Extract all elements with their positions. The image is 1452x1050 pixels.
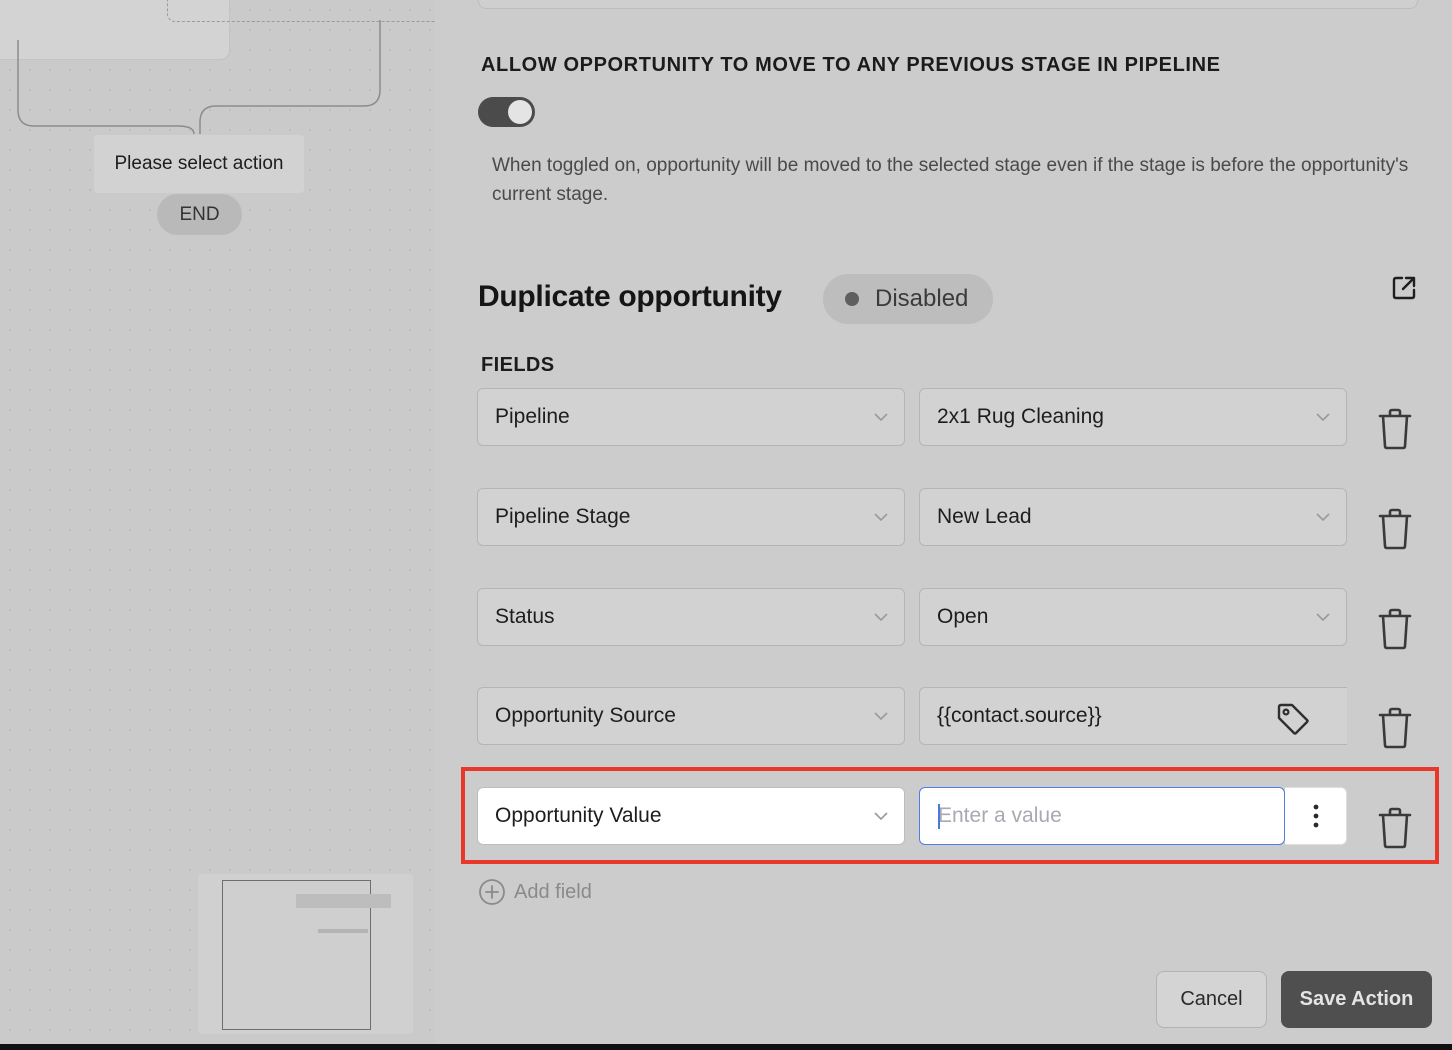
plus-circle-icon bbox=[479, 879, 505, 905]
select-action-node[interactable]: Please select action bbox=[94, 135, 304, 193]
value-select[interactable]: 2x1 Rug Cleaning bbox=[919, 388, 1347, 446]
toggle-knob bbox=[508, 100, 532, 124]
toggle-description: When toggled on, opportunity will be mov… bbox=[492, 155, 1409, 205]
end-label: END bbox=[179, 203, 220, 225]
field-select-value: Pipeline bbox=[495, 405, 570, 428]
minimap-node bbox=[318, 929, 368, 933]
chevron-down-icon bbox=[1316, 613, 1330, 622]
field-row-active: Opportunity Value bbox=[477, 787, 1412, 849]
field-select[interactable]: Pipeline Stage bbox=[477, 488, 905, 546]
end-node: END bbox=[157, 194, 242, 235]
status-dot-icon bbox=[845, 292, 859, 306]
field-select-value: Opportunity Source bbox=[495, 704, 676, 727]
field-select[interactable]: Status bbox=[477, 588, 905, 646]
value-select-value: Open bbox=[937, 605, 989, 628]
chevron-down-icon bbox=[874, 712, 888, 721]
allow-previous-stage-toggle[interactable] bbox=[478, 97, 535, 127]
chevron-down-icon bbox=[1316, 413, 1330, 422]
field-row: Pipeline Stage New Lead bbox=[477, 488, 1412, 550]
cancel-button[interactable]: Cancel bbox=[1156, 971, 1267, 1028]
field-select[interactable]: Opportunity Source bbox=[477, 687, 905, 745]
value-input-text: {{contact.source}} bbox=[937, 704, 1102, 727]
field-select-value: Status bbox=[495, 605, 555, 628]
value-select-value: New Lead bbox=[937, 505, 1032, 528]
value-input[interactable]: {{contact.source}} bbox=[919, 687, 1347, 745]
field-row: Opportunity Source {{contact.source}} bbox=[477, 687, 1412, 749]
external-link-icon[interactable] bbox=[1390, 274, 1418, 302]
more-options-button[interactable] bbox=[1285, 787, 1347, 845]
text-caret bbox=[938, 804, 940, 829]
chevron-down-icon bbox=[874, 413, 888, 422]
trash-icon[interactable] bbox=[1377, 408, 1413, 450]
trash-icon[interactable] bbox=[1377, 508, 1413, 550]
workflow-canvas[interactable]: Please select action END bbox=[0, 0, 435, 1044]
bottom-edge bbox=[0, 1044, 1452, 1050]
status-badge-label: Disabled bbox=[875, 285, 969, 312]
value-select[interactable]: Open bbox=[919, 588, 1347, 646]
value-select-value: 2x1 Rug Cleaning bbox=[937, 405, 1104, 428]
field-select[interactable]: Opportunity Value bbox=[477, 787, 905, 845]
field-select-value: Pipeline Stage bbox=[495, 505, 631, 528]
minimap[interactable] bbox=[198, 874, 413, 1034]
field-row: Pipeline 2x1 Rug Cleaning bbox=[477, 388, 1412, 450]
add-field-label: Add field bbox=[514, 880, 592, 903]
trash-icon[interactable] bbox=[1377, 707, 1413, 749]
tag-icon[interactable] bbox=[1275, 701, 1311, 737]
allow-previous-stage-label: ALLOW OPPORTUNITY TO MOVE TO ANY PREVIOU… bbox=[481, 54, 1221, 76]
trash-icon[interactable] bbox=[1377, 608, 1413, 650]
field-select-value: Opportunity Value bbox=[495, 804, 662, 827]
chevron-down-icon bbox=[1316, 513, 1330, 522]
minimap-node bbox=[296, 894, 391, 908]
previous-field-input[interactable] bbox=[478, 0, 1418, 9]
field-select[interactable]: Pipeline bbox=[477, 388, 905, 446]
chevron-down-icon bbox=[874, 812, 888, 821]
field-row: Status Open bbox=[477, 588, 1412, 650]
vertical-dots-icon bbox=[1313, 804, 1318, 828]
status-badge: Disabled bbox=[823, 274, 993, 324]
save-action-button[interactable]: Save Action bbox=[1281, 971, 1432, 1028]
value-select[interactable]: New Lead bbox=[919, 488, 1347, 546]
fields-label: FIELDS bbox=[481, 354, 555, 376]
add-field-button[interactable]: Add field bbox=[478, 878, 592, 906]
opportunity-value-input[interactable] bbox=[919, 787, 1285, 845]
chevron-down-icon bbox=[874, 513, 888, 522]
trash-icon[interactable] bbox=[1377, 807, 1413, 849]
section-title: Duplicate opportunity bbox=[478, 280, 782, 313]
chevron-down-icon bbox=[874, 613, 888, 622]
select-action-label: Please select action bbox=[114, 153, 284, 174]
